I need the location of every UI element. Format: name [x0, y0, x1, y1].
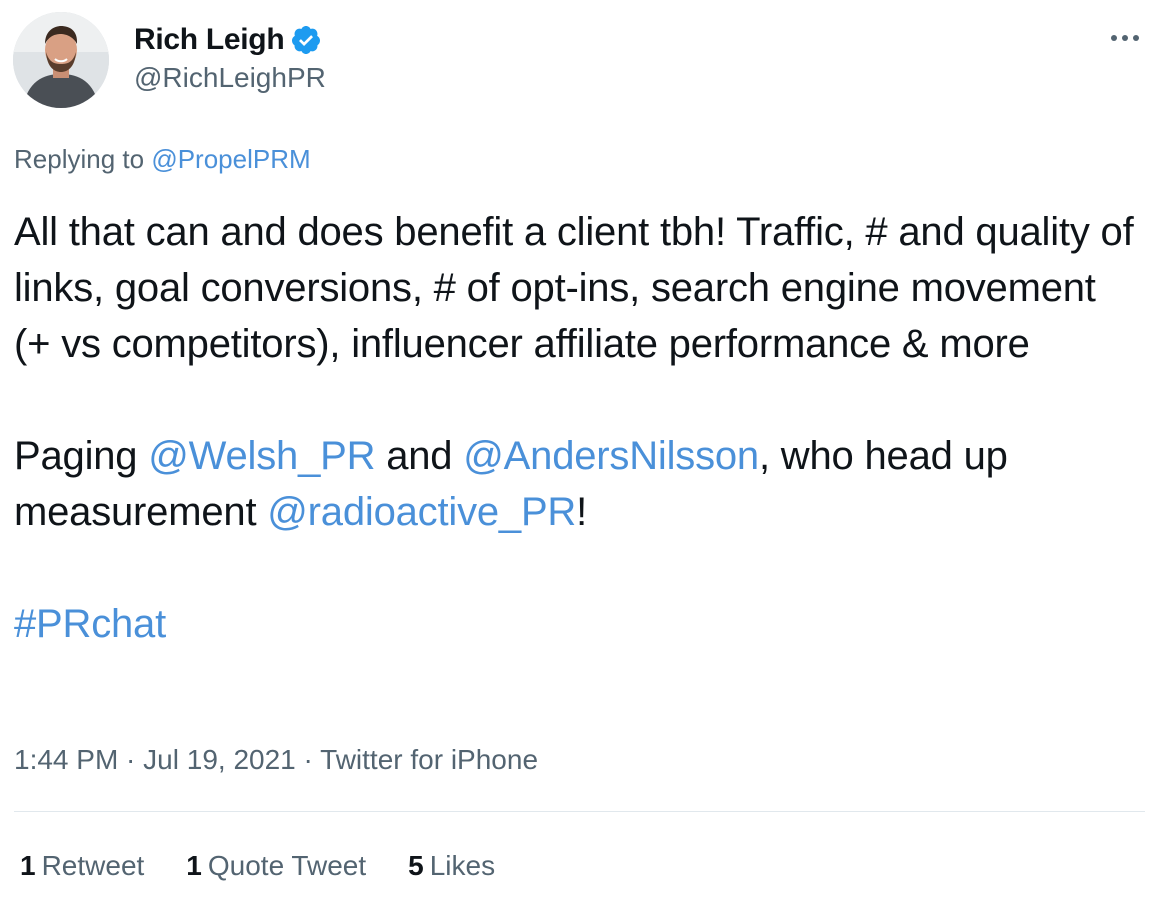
likes-label: Likes	[429, 850, 496, 881]
replying-to-label: Replying to	[14, 144, 152, 174]
more-dots-icon	[1111, 35, 1139, 41]
tweet-date-link[interactable]: Jul 19, 2021	[143, 744, 296, 775]
quote-tweets-stat-link[interactable]: 1 Quote Tweet	[186, 850, 366, 882]
divider	[14, 811, 1145, 812]
more-options-button[interactable]	[1100, 20, 1150, 56]
mention-link-welsh-pr[interactable]: @Welsh_PR	[148, 434, 375, 478]
likes-stat-link[interactable]: 5 Likes	[408, 850, 495, 882]
verified-badge-icon	[290, 24, 322, 56]
tweet-text-segment: Paging	[14, 434, 149, 478]
mention-link-anders-nilsson[interactable]: @AndersNilsson	[463, 434, 759, 478]
tweet-source-link[interactable]: Twitter for iPhone	[320, 744, 538, 775]
tweet-text-segment: and	[375, 434, 464, 478]
retweets-count: 1	[20, 850, 36, 881]
tweet-text: All that can and does benefit a client t…	[14, 204, 1134, 652]
meta-separator: ·	[295, 744, 321, 775]
author-name-row: Rich Leigh	[134, 20, 322, 60]
tweet-paragraph-1: All that can and does benefit a client t…	[14, 210, 1134, 366]
tweet-time-link[interactable]: 1:44 PM	[14, 744, 118, 775]
mention-link-radioactive-pr[interactable]: @radioactive_PR	[267, 490, 576, 534]
quote-tweets-label: Quote Tweet	[207, 850, 367, 881]
replying-to: Replying to @PropelPRM	[14, 144, 311, 175]
avatar[interactable]	[13, 12, 109, 108]
quote-tweets-count: 1	[186, 850, 202, 881]
hashtag-link[interactable]: #PRchat	[14, 602, 166, 646]
meta-separator: ·	[118, 744, 144, 775]
retweets-label: Retweet	[41, 850, 145, 881]
retweets-stat-link[interactable]: 1 Retweet	[20, 850, 144, 882]
replying-to-mention-link[interactable]: @PropelPRM	[151, 144, 310, 174]
tweet-stats: 1 Retweet 1 Quote Tweet 5 Likes	[20, 850, 537, 882]
avatar-image	[13, 12, 109, 108]
tweet-text-segment: !	[576, 490, 588, 534]
author-display-name[interactable]: Rich Leigh	[134, 23, 285, 57]
tweet-meta: 1:44 PM · Jul 19, 2021 · Twitter for iPh…	[14, 744, 538, 776]
author-handle[interactable]: @RichLeighPR	[134, 62, 326, 94]
tweet-paragraph-2: Paging @Welsh_PR and @AndersNilsson, who…	[14, 428, 1134, 540]
likes-count: 5	[408, 850, 424, 881]
tweet-paragraph-3: #PRchat	[14, 596, 1134, 652]
